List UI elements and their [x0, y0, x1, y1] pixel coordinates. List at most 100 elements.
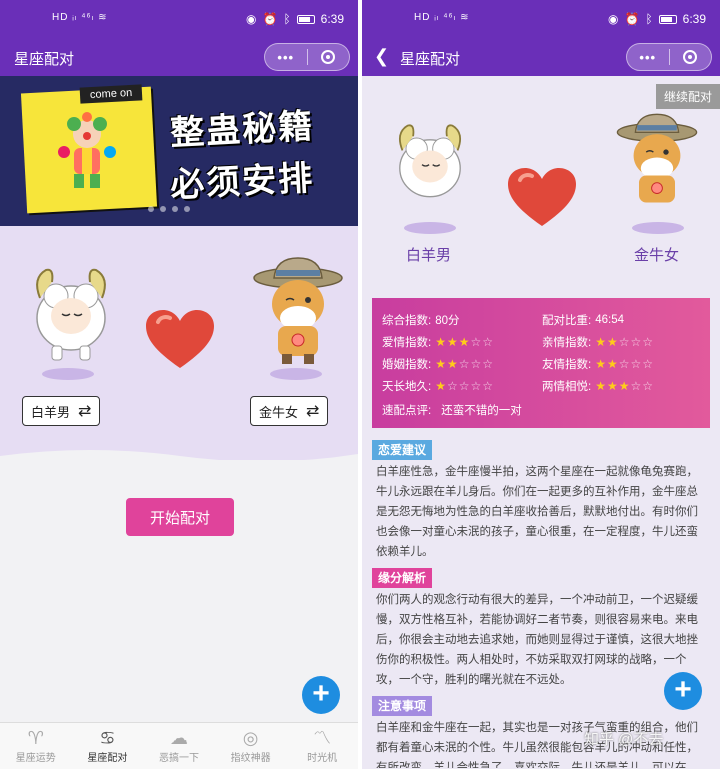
star-filled-icon: ★: [446, 357, 458, 371]
section-body-fate: 你们两人的观念行动有很大的差异，一个冲动前卫，一个迟疑缓慢，双方性格互补，若能协…: [376, 594, 698, 686]
banner-tag: come on: [79, 84, 143, 104]
status-bar: HD ᵢₗ ⁴⁶ₗ ≋ ◉ ⏰ ᛒ 6:39: [362, 0, 720, 38]
pager-dot[interactable]: [172, 206, 178, 212]
nav-bar: 星座配对 •••: [0, 38, 358, 76]
battery-icon: [296, 14, 315, 24]
star-empty-icon: ☆: [630, 379, 642, 393]
mini-program-capsule: •••: [626, 43, 712, 71]
tab-horoscope[interactable]: ♈ 星座运势: [0, 723, 72, 769]
quick-comment: 速配点评: 还蛮不错的一对: [382, 402, 522, 418]
aries-shadow: [404, 222, 456, 234]
star-empty-icon: ☆: [618, 335, 630, 349]
star-filled-icon: ★: [595, 335, 606, 349]
close-program-icon[interactable]: [669, 50, 711, 64]
section-body-love-advice: 白羊座性急，金牛座慢半拍，这两个星座在一起就像龟兔赛跑，牛儿永远跟在羊儿身后。你…: [376, 466, 698, 558]
cloud-icon: ☁: [169, 728, 188, 748]
battery-icon: [658, 14, 677, 24]
right-screen: HD ᵢₗ ⁴⁶ₗ ≋ ◉ ⏰ ᛒ 6:39 ❮ 星座配对 ••• 继续配对 白…: [362, 0, 720, 769]
star-empty-icon: ☆: [630, 357, 642, 371]
add-button[interactable]: +: [664, 672, 702, 710]
tab-label: 恶搞一下: [158, 753, 199, 764]
nav-bar: ❮ 星座配对 •••: [362, 38, 720, 76]
close-program-icon[interactable]: [307, 50, 349, 64]
pager-dot[interactable]: [184, 206, 190, 212]
ratio-score: 配对比重: 46:54: [542, 312, 624, 328]
marriage-label: 婚姻指数:: [382, 359, 432, 371]
tab-label: 星座运势: [15, 753, 56, 764]
star-filled-icon: ★: [458, 335, 470, 349]
star-empty-icon: ☆: [470, 335, 482, 349]
friend-label: 友情指数:: [542, 359, 592, 371]
tab-match[interactable]: ♋ 星座配对: [72, 723, 144, 769]
promo-banner[interactable]: come on 整蛊秘籍 必须安排: [0, 76, 358, 226]
aries-character: [36, 268, 106, 361]
bluetooth-icon: ᛒ: [283, 12, 291, 26]
pager-dot[interactable]: [160, 206, 166, 212]
star-empty-icon: ☆: [458, 379, 470, 393]
chart-icon: 〽: [313, 728, 332, 748]
female-sign-label: 金牛女: [259, 404, 299, 420]
clown-illustration: [58, 112, 116, 188]
aries-shadow: [42, 368, 94, 380]
swap-icon: ⇄: [306, 403, 320, 420]
forever-label: 天长地久:: [382, 381, 432, 393]
score-panel: 综合指数: 80分 配对比重: 46:54 爱情指数: ★ ★ ★ ☆ ☆ 亲情指数: …: [372, 298, 710, 428]
more-icon[interactable]: •••: [627, 50, 669, 65]
star-rating: ★ ★ ★ ☆ ☆: [595, 379, 653, 393]
tab-label: 星座配对: [87, 753, 128, 764]
signal-icon: HD ᵢₗ ⁴⁶ₗ ≋: [414, 12, 470, 23]
ratio-value: 46:54: [595, 314, 624, 326]
swap-icon: ⇄: [78, 403, 92, 420]
female-sign-name: 金牛女: [634, 247, 680, 264]
continue-match-button[interactable]: 继续配对: [655, 84, 720, 109]
eye-icon: ◉: [608, 12, 619, 26]
family-score: 亲情指数: ★ ★ ☆ ☆ ☆: [542, 334, 653, 350]
add-button[interactable]: +: [302, 676, 340, 714]
star-filled-icon: ★: [595, 357, 606, 371]
overall-label: 综合指数:: [382, 315, 432, 327]
star-filled-icon: ★: [618, 379, 630, 393]
aries-icon: ♈: [27, 728, 44, 748]
star-rating: ★ ★ ☆ ☆ ☆: [595, 357, 653, 371]
more-icon[interactable]: •••: [265, 50, 307, 65]
taurus-character: [253, 257, 343, 364]
tab-prank[interactable]: ☁ 恶搞一下: [143, 723, 215, 769]
star-rating: ★ ★ ☆ ☆ ☆: [435, 357, 493, 371]
star-filled-icon: ★: [606, 379, 618, 393]
left-screen: HD ᵢₗ ⁴⁶ₗ ≋ ◉ ⏰ ᛒ 6:39 星座配对 ••• come on: [0, 0, 358, 769]
pager-dot[interactable]: [148, 206, 154, 212]
tab-time-machine[interactable]: 〽 时光机: [286, 723, 358, 769]
forever-score: 天长地久: ★ ☆ ☆ ☆ ☆: [382, 378, 493, 394]
section-title-notes: 注意事项: [372, 696, 433, 716]
section-title-fate: 缘分解析: [372, 568, 433, 588]
comment-label: 速配点评:: [382, 405, 432, 417]
section-title-love-advice: 恋爱建议: [372, 440, 433, 460]
star-rating: ★ ☆ ☆ ☆ ☆: [435, 379, 493, 393]
fingerprint-icon: ◎: [242, 728, 259, 748]
star-rating: ★ ★ ☆ ☆ ☆: [595, 335, 653, 349]
aries-character: [398, 124, 462, 198]
star-empty-icon: ☆: [482, 357, 494, 371]
overall-score: 综合指数: 80分: [382, 312, 460, 328]
friend-score: 友情指数: ★ ★ ☆ ☆ ☆: [542, 356, 653, 372]
star-empty-icon: ☆: [618, 357, 630, 371]
star-filled-icon: ★: [446, 335, 458, 349]
female-sign-selector[interactable]: 金牛女 ⇄: [250, 396, 329, 426]
back-arrow-icon[interactable]: ❮: [374, 46, 389, 67]
star-empty-icon: ☆: [642, 379, 654, 393]
match-area: 白羊男 ⇄ 金牛女 ⇄: [0, 226, 358, 474]
taurus-character: [616, 113, 698, 203]
star-filled-icon: ★: [435, 335, 446, 349]
signal-icon: HD ᵢₗ ⁴⁶ₗ ≋: [52, 12, 108, 23]
page-title: 星座配对: [400, 51, 461, 68]
male-sign-selector[interactable]: 白羊男 ⇄: [22, 396, 101, 426]
tab-fingerprint[interactable]: ◎ 指纹神器: [215, 723, 287, 769]
alarm-icon: ⏰: [262, 12, 278, 26]
watermark: 知乎 @不去: [584, 731, 664, 748]
page-title: 星座配对: [14, 51, 75, 68]
wave-divider: [0, 450, 358, 474]
banner-pager: [148, 206, 190, 212]
start-match-button[interactable]: 开始配对: [126, 498, 234, 536]
star-rating: ★ ★ ★ ☆ ☆: [435, 335, 493, 349]
banner-slogan-line1: 整蛊秘籍: [169, 107, 316, 153]
